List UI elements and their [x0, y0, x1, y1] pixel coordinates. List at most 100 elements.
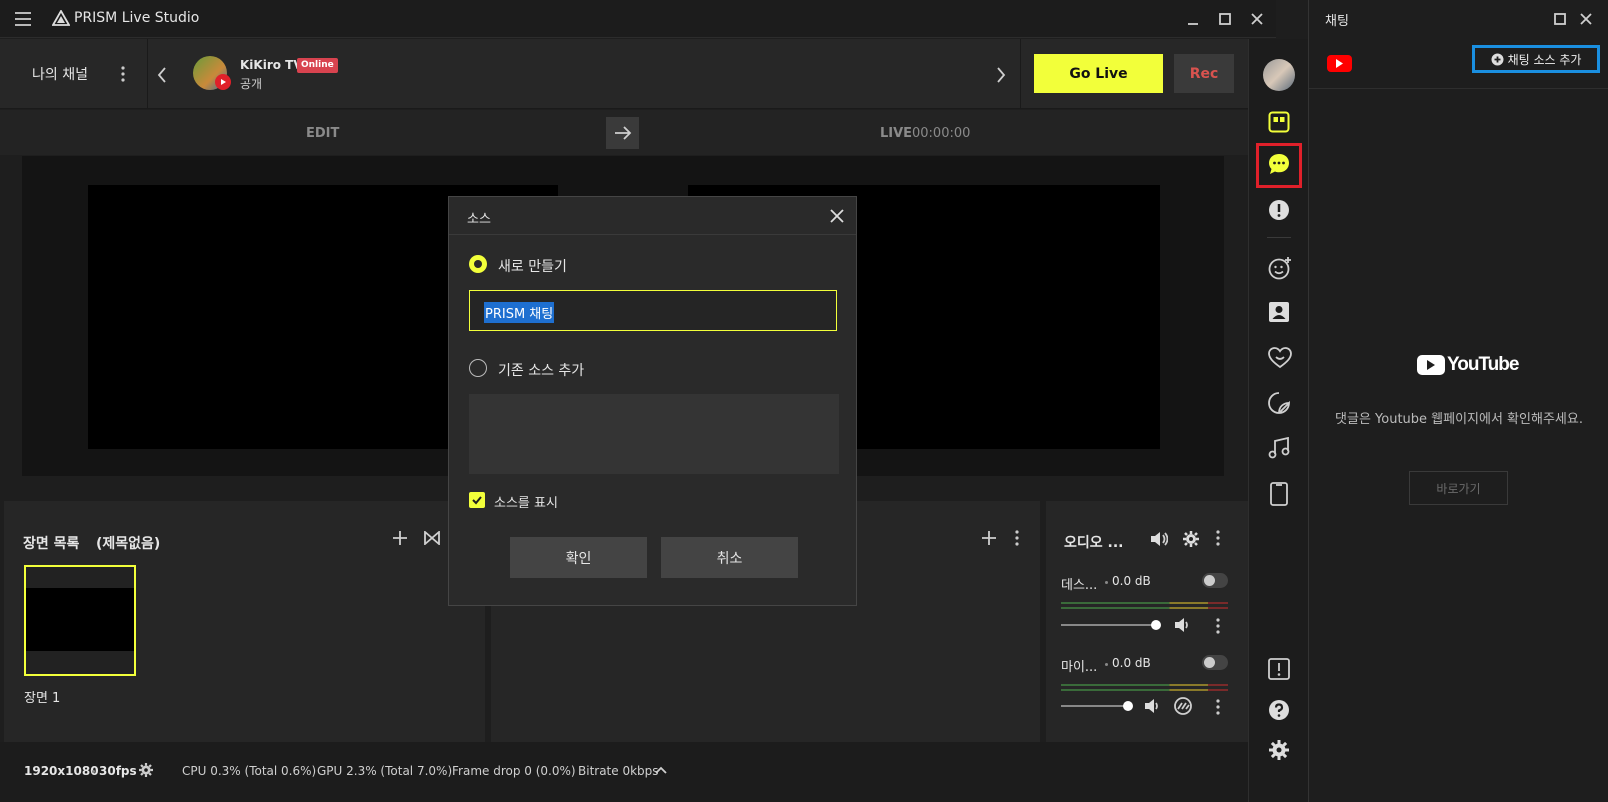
scene-layout-icon[interactable]	[1268, 111, 1290, 133]
more-vertical-icon[interactable]	[120, 65, 126, 83]
gear-icon[interactable]	[138, 762, 154, 778]
channel-visibility: 공개	[240, 77, 263, 91]
volume-slider[interactable]	[1061, 701, 1133, 711]
title-bar: PRISM Live Studio	[0, 0, 1276, 38]
app-title: PRISM Live Studio	[74, 10, 200, 26]
prism-logo-icon	[52, 10, 70, 26]
help-icon[interactable]	[1268, 699, 1290, 721]
channel-name: KiKiro TV	[240, 58, 303, 72]
slider-handle[interactable]	[1151, 620, 1161, 630]
more-vertical-icon[interactable]	[1215, 617, 1221, 635]
chevron-left-icon[interactable]	[157, 67, 167, 83]
level-meter	[1061, 689, 1228, 691]
existing-source-list[interactable]	[469, 394, 839, 474]
source-name-value: PRISM 채팅	[484, 302, 555, 323]
profile-avatar[interactable]	[1263, 59, 1295, 91]
noise-filter-icon[interactable]	[1174, 697, 1192, 715]
divider	[1267, 237, 1291, 238]
chevron-right-icon[interactable]	[996, 67, 1006, 83]
audio-toggle[interactable]	[1202, 655, 1228, 670]
cancel-button[interactable]: 취소	[661, 537, 798, 578]
radio-existing[interactable]	[469, 359, 487, 377]
my-channel-label[interactable]: 나의 채널	[32, 64, 88, 84]
show-source-checkbox[interactable]	[469, 492, 485, 508]
maximize-icon[interactable]	[1218, 12, 1232, 26]
music-icon[interactable]	[1268, 437, 1290, 459]
speaker-icon[interactable]	[1174, 617, 1190, 633]
more-vertical-icon[interactable]	[1215, 529, 1221, 547]
option-existing-label[interactable]: 기존 소스 추가	[498, 360, 584, 380]
mobile-icon[interactable]	[1269, 482, 1289, 506]
scene-list-title: 장면 목록	[23, 536, 80, 552]
profile-card-icon[interactable]	[1268, 301, 1290, 323]
more-vertical-icon[interactable]	[1215, 698, 1221, 716]
audio-mixer-title: 오디오 ...	[1064, 535, 1124, 551]
scene-thumbnail[interactable]	[24, 565, 136, 676]
scene-label[interactable]: 장면 1	[24, 687, 60, 706]
option-new-label[interactable]: 새로 만들기	[498, 256, 567, 276]
divider	[147, 39, 148, 109]
level-meter	[1061, 684, 1228, 686]
youtube-logo: YouTube	[1417, 354, 1519, 376]
audio-channel-db: 0.0 dB	[1112, 574, 1151, 588]
youtube-logo-text: YouTube	[1447, 354, 1519, 375]
source-name-input[interactable]: PRISM 채팅	[469, 290, 837, 331]
radio-new-selected[interactable]	[469, 255, 487, 273]
go-live-button[interactable]: Go Live	[1034, 54, 1163, 93]
show-source-label[interactable]: 소스를 표시	[494, 492, 558, 511]
close-icon[interactable]	[1250, 12, 1264, 26]
scene-thumbnail-screen	[26, 588, 134, 651]
close-icon[interactable]	[830, 209, 844, 223]
close-icon[interactable]	[1579, 12, 1593, 26]
settings-gear-icon[interactable]	[1268, 739, 1290, 761]
audio-mixer-panel: 오디오 ... 데스... 0.0 dB 마이... 0.0 dB	[1046, 501, 1248, 742]
more-vertical-icon[interactable]	[1014, 529, 1020, 547]
sticker-add-icon[interactable]	[1268, 256, 1292, 280]
divider	[1020, 39, 1021, 109]
volume-icon[interactable]	[1150, 531, 1168, 547]
transition-button[interactable]	[606, 117, 639, 149]
speaker-icon[interactable]	[1144, 698, 1160, 714]
scene-collection-name[interactable]: (제목없음)	[96, 533, 160, 553]
minimize-icon[interactable]	[1186, 12, 1200, 26]
scene-list-panel: 장면 목록 (제목없음) 장면 1	[4, 501, 485, 742]
status-bar: 1920x1080 30fps CPU 0.3% (Total 0.6%) GP…	[0, 742, 1248, 802]
audio-toggle[interactable]	[1202, 573, 1228, 588]
add-source-icon[interactable]	[981, 530, 997, 546]
youtube-play-icon	[1417, 355, 1445, 375]
confirm-button[interactable]: 확인	[510, 537, 647, 578]
gpu-usage: GPU 2.3% (Total 7.0%)	[317, 764, 453, 778]
channel-bar: 나의 채널 KiKiro TV Online 공개 Go Live Rec	[0, 39, 1248, 109]
chat-window: 채팅 채팅 소스 추가 YouTube 댓글은 Youtube 웹페이지에서 확…	[1308, 0, 1608, 802]
dialog-header: 소스	[449, 197, 856, 235]
rec-button[interactable]: Rec	[1174, 54, 1234, 93]
bitrate: Bitrate 0kbps	[578, 764, 659, 778]
gear-icon[interactable]	[1182, 530, 1200, 548]
goto-button[interactable]: 바로가기	[1409, 471, 1508, 505]
chevron-up-icon[interactable]	[655, 766, 667, 774]
fps: 30fps	[99, 764, 137, 778]
notice-icon[interactable]	[1268, 199, 1290, 221]
dialog-title: 소스	[467, 212, 491, 227]
youtube-icon[interactable]	[1327, 55, 1352, 72]
add-chat-source-button[interactable]: 채팅 소스 추가	[1472, 45, 1600, 73]
side-icon-bar	[1248, 39, 1308, 802]
online-badge: Online	[297, 58, 338, 73]
add-scene-icon[interactable]	[392, 530, 408, 546]
chat-window-title: 채팅	[1325, 14, 1349, 29]
transition-icon[interactable]	[424, 531, 440, 545]
edit-label: EDIT	[306, 126, 340, 141]
frame-drop: Frame drop 0 (0.0%)	[452, 764, 576, 778]
chat-icon[interactable]	[1268, 153, 1290, 175]
hamburger-menu-icon[interactable]	[14, 11, 32, 27]
sticker-icon[interactable]	[1268, 392, 1290, 414]
dot-separator	[92, 770, 95, 773]
heart-face-icon[interactable]	[1268, 347, 1292, 369]
maximize-icon[interactable]	[1553, 12, 1567, 26]
chat-message: 댓글은 Youtube 웹페이지에서 확인해주세요.	[1335, 412, 1583, 427]
volume-slider[interactable]	[1061, 620, 1161, 630]
audio-channel-db: 0.0 dB	[1112, 656, 1151, 670]
report-icon[interactable]	[1268, 658, 1290, 680]
edit-live-bar: EDIT LIVE 00:00:00	[0, 110, 1248, 155]
slider-handle[interactable]	[1123, 701, 1133, 711]
